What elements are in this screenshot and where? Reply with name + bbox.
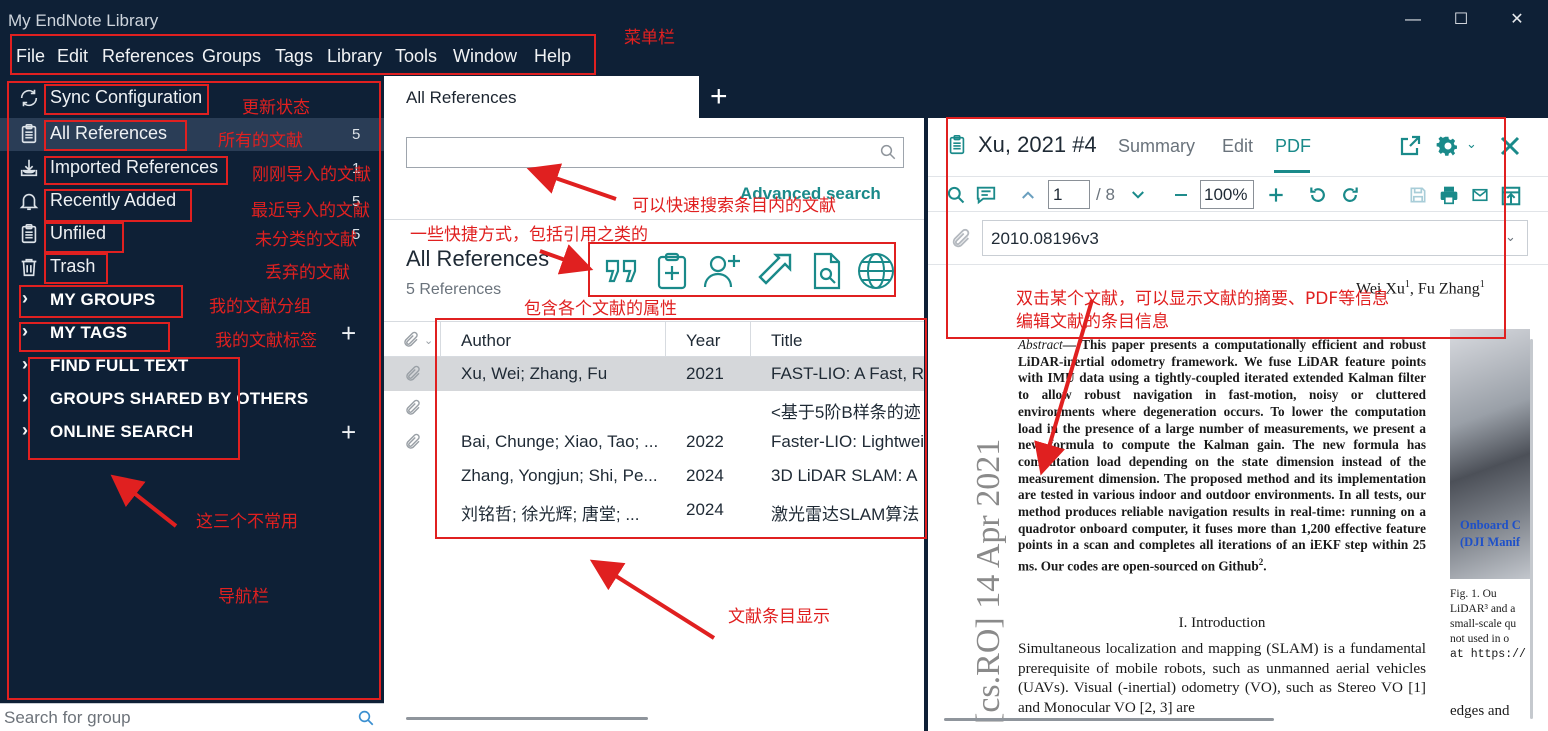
annotation-tags: 我的文献标签	[215, 331, 317, 351]
annotation-box-sync	[44, 84, 209, 115]
annotation-groups: 我的文献分组	[209, 297, 311, 317]
annotation-box-tags	[19, 322, 170, 352]
figure-caption-tail: edges and	[1450, 703, 1510, 719]
horizontal-scrollbar[interactable]	[944, 718, 1274, 721]
annotation-box-unfiled	[44, 222, 124, 253]
annotation-box-toolbar	[588, 242, 896, 297]
tab-all-references[interactable]: All References	[384, 76, 699, 118]
chevron-down-icon[interactable]: ⌄	[424, 334, 433, 347]
paperclip-icon	[406, 365, 420, 381]
paperclip-icon	[406, 433, 420, 449]
horizontal-scrollbar[interactable]	[406, 717, 648, 720]
maximize-button[interactable]: ☐	[1438, 6, 1484, 34]
group-search-box[interactable]: Search for group	[0, 703, 384, 731]
annotation-imported: 刚刚导入的文献	[252, 165, 371, 185]
annotation-box-recent	[44, 189, 192, 222]
annotation-unfiled: 未分类的文献	[255, 230, 357, 250]
pdf-abstract: Abstract— This paper presents a computat…	[1018, 337, 1426, 574]
pdf-body-text: Simultaneous localization and mapping (S…	[1018, 640, 1426, 716]
pdf-section-heading: I. Introduction	[1178, 615, 1266, 631]
arxiv-stamp: [cs.RO] 14 Apr 2021	[970, 438, 1007, 724]
list-heading: All References	[406, 246, 550, 271]
annotation-box-menu	[10, 34, 596, 75]
annotation-attrs: 包含各个文献的属性	[524, 299, 677, 319]
tab-label: All References	[406, 88, 517, 107]
annotation-box-imported	[44, 156, 228, 185]
search-icon[interactable]	[357, 709, 375, 727]
close-window-button[interactable]: ✕	[1494, 6, 1540, 34]
add-tab-button[interactable]: +	[710, 80, 728, 114]
figure-label: Onboard C (DJI Manif	[1460, 518, 1521, 549]
figure-caption: Fig. 1. Ou LiDAR³ and a small-scale qu n…	[1450, 588, 1526, 661]
vertical-scrollbar[interactable]	[1530, 339, 1533, 719]
annotation-menu: 菜单栏	[624, 28, 675, 48]
annotation-all-refs: 所有的文献	[218, 131, 303, 151]
paperclip-icon	[406, 399, 420, 415]
reference-search-input[interactable]	[406, 137, 904, 168]
chevron-down-icon: ⌄	[1505, 229, 1516, 244]
annotation-box-all-refs	[44, 120, 187, 151]
annotation-shortcuts: 一些快捷方式，包括引用之类的	[410, 225, 648, 245]
annotation-box-groups	[19, 285, 183, 318]
reference-count: 5 References	[406, 281, 502, 298]
minimize-button[interactable]: —	[1390, 6, 1436, 34]
group-search-input[interactable]: Search for group	[4, 708, 131, 728]
annotation-box-rare	[28, 357, 240, 460]
annotation-sync: 更新状态	[242, 98, 310, 118]
detail-top-bar	[928, 76, 1548, 118]
annotation-entries: 文献条目显示	[728, 607, 830, 627]
annotation-trash: 丢弃的文献	[265, 263, 350, 283]
annotation-box-table	[435, 318, 927, 539]
annotation-search: 可以快速搜索条目内的文献	[632, 196, 836, 216]
paperclip-icon[interactable]	[401, 331, 421, 349]
search-icon[interactable]	[879, 143, 897, 161]
annotation-box-trash	[44, 253, 108, 284]
tab-bar: All References +	[384, 76, 926, 118]
annotation-rare: 这三个不常用	[196, 512, 298, 532]
annotation-nav: 导航栏	[218, 587, 269, 607]
window-title: My EndNote Library	[8, 11, 159, 30]
annotation-detail-1: 双击某个文献，可以显示文献的摘要、PDF等信息	[1016, 289, 1390, 309]
annotation-detail-2: 编辑文献的条目信息	[1016, 312, 1169, 332]
annotation-recent: 最近导入的文献	[251, 201, 370, 221]
